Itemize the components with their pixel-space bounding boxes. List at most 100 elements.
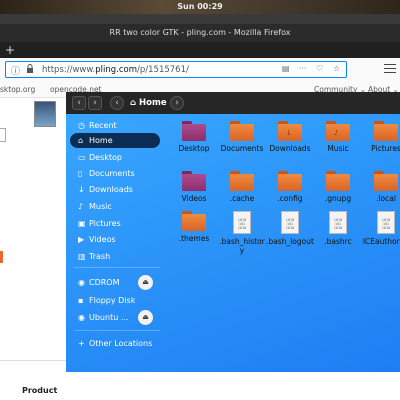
path-forward-button[interactable]: › <box>170 96 184 110</box>
folder-icon <box>182 121 206 141</box>
disc-icon: ◉ <box>78 278 85 287</box>
clock[interactable]: Sun 00:29 <box>177 2 222 11</box>
folder-icon <box>278 171 302 191</box>
file-item[interactable]: ♪ Music <box>314 121 362 153</box>
folder-icon <box>230 121 254 141</box>
info-icon[interactable]: ⓘ <box>11 64 20 77</box>
file-item-label: Videos <box>181 194 207 203</box>
file-item[interactable]: .local <box>362 171 400 203</box>
file-item[interactable]: 1010 101 1010 .bashrc <box>314 211 362 246</box>
page-bottom-area <box>66 370 400 400</box>
file-item-label: .cache <box>229 194 255 203</box>
folder-emblem-icon: ↓ <box>286 129 292 137</box>
sidebar-separator <box>74 330 160 331</box>
sidebar-item-ubuntu[interactable]: ◉ Ubuntu ... ⏏ <box>70 310 160 325</box>
trash-icon: ▥ <box>78 252 86 261</box>
eject-icon[interactable]: ⏏ <box>138 310 153 325</box>
folder-icon <box>182 171 206 191</box>
picture-icon: ▣ <box>78 219 86 228</box>
page-actions-icon[interactable]: ··· <box>299 64 307 73</box>
top-bar: Sun 00:29 <box>0 0 400 14</box>
file-item-label: Downloads <box>269 144 311 153</box>
files-sidebar: ◷ Recent ⌂ Home ▭ Desktop ▯ Documents ↓ Downl… <box>66 114 170 372</box>
video-icon: ▶ <box>78 235 85 244</box>
file-item-label: .local <box>376 194 396 203</box>
sidebar-item-floppy[interactable]: ▪ Floppy Disk <box>70 293 160 308</box>
folder-icon <box>374 121 398 141</box>
text-file-icon: 1010 101 1010 <box>233 211 251 234</box>
home-icon: ⌂ <box>78 136 84 145</box>
file-item-label: Music <box>327 144 349 153</box>
file-item-label: .gnupg <box>324 194 352 203</box>
file-item[interactable]: Documents <box>218 121 266 153</box>
sidebar-item-downloads[interactable]: ↓ Downloads <box>70 182 160 197</box>
sidebar-item-recent[interactable]: ◷ Recent <box>70 118 160 133</box>
firefox-navbar: ⓘ https://www.pling.com/p/1515761/ ▤ ···… <box>0 58 400 80</box>
sidebar-item-other-locations[interactable]: + Other Locations <box>70 336 160 351</box>
file-item[interactable]: .config <box>266 171 314 203</box>
folder-icon: ↓ <box>278 121 302 141</box>
clock-icon: ◷ <box>78 121 85 130</box>
file-item[interactable]: ↓ Downloads <box>266 121 314 153</box>
file-item[interactable]: 1010 101 1010 ICEauthority <box>362 211 400 246</box>
file-item-label: Desktop <box>178 144 210 153</box>
file-icon-text: 1010 101 1010 <box>237 218 247 230</box>
text-file-icon: 1010 101 1010 <box>281 211 299 234</box>
text-file-icon: 1010 101 1010 <box>377 211 395 234</box>
sidebar-item-documents[interactable]: ▯ Documents <box>70 166 160 181</box>
folder-emblem-icon: ♪ <box>334 129 339 137</box>
file-item[interactable]: 1010 101 1010 .bash_history <box>218 211 266 255</box>
path-back-button[interactable]: ‹ <box>110 96 124 110</box>
url-text[interactable]: https://www.pling.com/p/1515761/ <box>42 65 189 75</box>
hamburger-menu-icon[interactable] <box>384 61 396 75</box>
file-item[interactable]: Videos <box>170 171 218 203</box>
product-heading: Product <box>22 386 58 395</box>
sidebar-item-trash[interactable]: ▥ Trash <box>70 249 160 264</box>
sidebar-item-music[interactable]: ♪ Music <box>70 199 160 214</box>
sidebar-item-videos[interactable]: ▶ Videos <box>70 232 160 247</box>
accent-mark <box>0 251 3 263</box>
eject-icon[interactable]: ⏏ <box>138 275 153 290</box>
url-bar[interactable]: ⓘ https://www.pling.com/p/1515761/ ▤ ···… <box>5 61 347 78</box>
sidebar-item-home[interactable]: ⌂ Home <box>70 133 160 148</box>
file-item[interactable]: .cache <box>218 171 266 203</box>
search-field-edge[interactable] <box>0 128 6 142</box>
disc-icon: ◉ <box>78 313 85 322</box>
new-tab-button[interactable]: + <box>5 42 15 58</box>
sidebar-item-cdrom[interactable]: ◉ CDROM ⏏ <box>70 275 160 290</box>
sidebar-item-pictures[interactable]: ▣ Pictures <box>70 216 160 231</box>
file-item-label: .bash_history <box>219 237 265 255</box>
pocket-icon[interactable]: ♡ <box>316 64 323 73</box>
file-item-label: .themes <box>178 234 210 243</box>
file-item[interactable]: Pictures <box>362 121 400 153</box>
path-bar-home[interactable]: ⌂ Home <box>130 96 167 110</box>
file-item-label: .config <box>277 194 303 203</box>
desktop-icon: ▭ <box>78 153 86 162</box>
file-item-label: Documents <box>220 144 264 153</box>
floppy-icon: ▪ <box>78 296 84 305</box>
lock-icon[interactable] <box>26 64 34 76</box>
back-button[interactable]: ‹ <box>72 96 86 110</box>
page-actions: ▤ ··· ♡ ☆ <box>275 64 340 73</box>
files-window: ‹ › ‹ ⌂ Home › ◷ Recent ⌂ Home ▭ Desktop ▯ D… <box>66 92 400 372</box>
folder-icon: ♪ <box>326 121 350 141</box>
theme-thumbnail[interactable] <box>34 101 56 127</box>
file-icon-text: 1010 101 1010 <box>381 218 391 230</box>
file-item[interactable]: 1010 101 1010 .bash_logout <box>266 211 314 246</box>
bookmark-star-icon[interactable]: ☆ <box>333 64 340 73</box>
file-item[interactable]: .gnupg <box>314 171 362 203</box>
file-item-label: Pictures <box>371 144 400 153</box>
page-left-column: Product <box>0 98 66 400</box>
file-item-label: .bash_logout <box>266 237 314 246</box>
firefox-titlebar: RR two color GTK - pling.com - Mozilla F… <box>0 24 400 42</box>
folder-icon <box>230 171 254 191</box>
reader-view-icon[interactable]: ▤ <box>282 64 290 73</box>
file-item[interactable]: .themes <box>170 211 218 243</box>
forward-button[interactable]: › <box>88 96 102 110</box>
sidebar-item-desktop[interactable]: ▭ Desktop <box>70 150 160 165</box>
file-item-label: .bashrc <box>324 237 352 246</box>
folder-icon <box>326 171 350 191</box>
nav-link-opendesktop[interactable]: sktop.org <box>0 85 35 94</box>
file-item[interactable]: Desktop <box>170 121 218 153</box>
divider <box>0 360 66 361</box>
